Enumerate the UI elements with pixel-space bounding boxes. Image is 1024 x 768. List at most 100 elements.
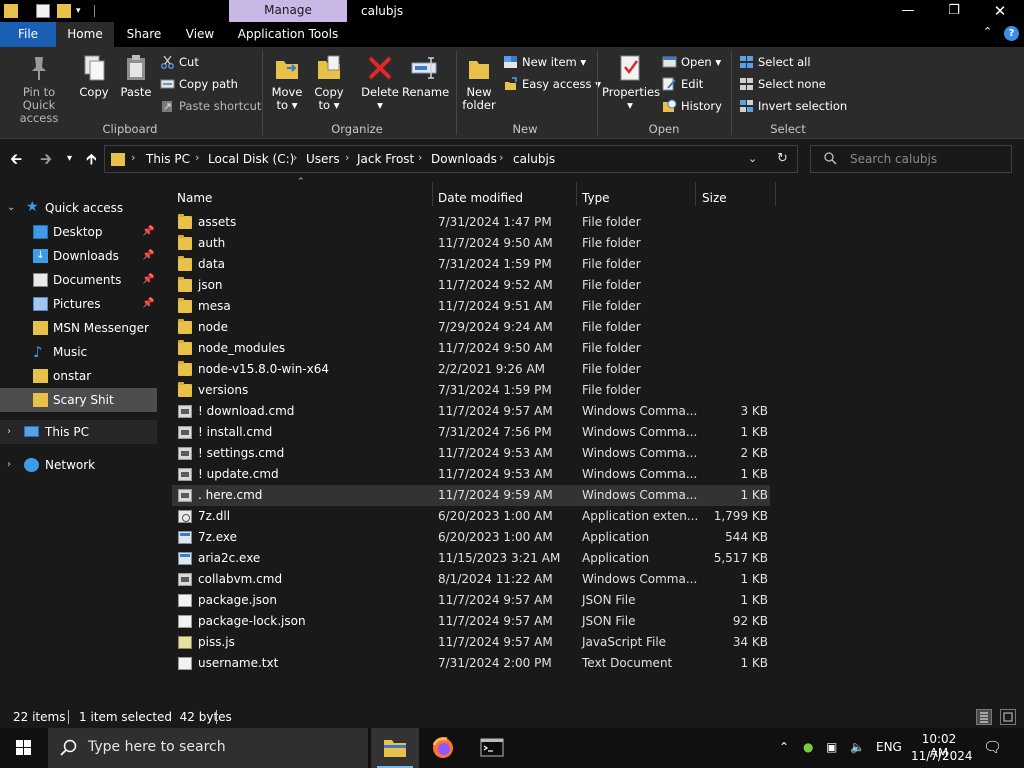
easy-access-button[interactable]: Easy access ▾ (503, 74, 601, 94)
chevron-right-icon[interactable]: › (7, 453, 11, 477)
nav-item[interactable]: ↓ Downloads 📌 (0, 244, 157, 268)
open-button[interactable]: Open ▾ (662, 52, 721, 72)
file-row[interactable]: ! install.cmd 7/31/2024 7:56 PM Windows Co… (172, 422, 770, 443)
select-all-button[interactable]: Select all (739, 52, 811, 72)
breadcrumb-downloads[interactable]: Downloads (431, 152, 497, 166)
breadcrumb-this-pc[interactable]: This PC (146, 152, 190, 166)
chevron-down-icon[interactable]: ⌄ (7, 196, 15, 220)
file-row[interactable]: assets 7/31/2024 1:47 PM File folder (172, 212, 770, 233)
new-item-button[interactable]: New item ▾ (503, 52, 586, 72)
file-row[interactable]: aria2c.exe 11/15/2023 3:21 AM Application 5… (172, 548, 770, 569)
column-header-name[interactable]: Name (177, 185, 427, 211)
nav-item[interactable]: Desktop 📌 (0, 220, 157, 244)
paste-shortcut-button[interactable]: Paste shortcut (160, 96, 261, 116)
clock-date[interactable]: 11/7/2024 (911, 749, 973, 763)
invert-selection-button[interactable]: Invert selection (739, 96, 847, 116)
up-arrow-icon[interactable]: 🡱 (86, 149, 97, 174)
tab-application-tools[interactable]: Application Tools (229, 22, 347, 47)
nav-item[interactable]: Pictures 📌 (0, 292, 157, 316)
new-folder-button[interactable]: New folder (460, 53, 498, 112)
column-separator[interactable] (695, 182, 696, 206)
cut-button[interactable]: Cut (160, 52, 199, 72)
properties-quick-icon[interactable] (36, 4, 50, 18)
tab-view[interactable]: View (174, 22, 226, 47)
copy-path-button[interactable]: Copy path (160, 74, 238, 94)
file-row[interactable]: ! update.cmd 11/7/2024 9:53 AM Windows Com… (172, 464, 770, 485)
maximize-button[interactable]: ❐ (931, 0, 977, 22)
search-box[interactable]: Search calubjs (810, 145, 1012, 173)
file-row[interactable]: auth 11/7/2024 9:50 AM File folder (172, 233, 770, 254)
language-indicator[interactable]: ENG (876, 740, 902, 754)
refresh-icon[interactable]: ↻ (777, 151, 788, 166)
move-to-button[interactable]: Move to ▾ (268, 53, 306, 112)
forward-arrow-icon[interactable]: 🡲 (40, 149, 52, 174)
history-button[interactable]: History (662, 96, 722, 116)
customize-quick-access-icon[interactable]: ▾ (76, 4, 86, 18)
copy-button[interactable]: Copy (76, 53, 112, 99)
address-history-chevron-icon[interactable]: ⌄ (748, 152, 757, 165)
nav-item[interactable]: Scary Shit (0, 388, 157, 412)
tab-share[interactable]: Share (118, 22, 170, 47)
people-icon[interactable]: ● (803, 740, 813, 754)
edit-button[interactable]: Edit (662, 74, 703, 94)
file-row[interactable]: username.txt 7/31/2024 2:00 PM Text Docume… (172, 653, 770, 674)
large-icons-view-icon[interactable] (1000, 709, 1016, 725)
ribbon-collapse-chevron-icon[interactable]: ⌃ (983, 25, 992, 38)
address-bar[interactable]: › This PC › Local Disk (C:) › Users › Ja… (104, 145, 798, 173)
file-row[interactable]: data 7/31/2024 1:59 PM File folder (172, 254, 770, 275)
chevron-right-icon[interactable]: › (7, 420, 11, 444)
column-separator[interactable] (432, 182, 433, 206)
nav-quick-access[interactable]: ⌄ ★ Quick access (0, 196, 157, 220)
file-row[interactable]: node_modules 11/7/2024 9:50 AM File folder (172, 338, 770, 359)
pin-icon[interactable]: 📌 (142, 244, 154, 268)
file-row[interactable]: piss.js 11/7/2024 9:57 AM JavaScript File 3… (172, 632, 770, 653)
delete-button[interactable]: Delete ▾ (360, 53, 400, 112)
paste-button[interactable]: Paste (118, 53, 154, 99)
tab-file[interactable]: File (0, 22, 56, 47)
nav-item[interactable]: Documents 📌 (0, 268, 157, 292)
help-icon[interactable]: ? (1004, 26, 1019, 41)
pin-icon[interactable]: 📌 (142, 292, 154, 316)
close-button[interactable]: ✕ (977, 0, 1023, 22)
file-row[interactable]: versions 7/31/2024 1:59 PM File folder (172, 380, 770, 401)
column-separator[interactable] (576, 182, 577, 206)
taskbar-search-box[interactable]: Type here to search (48, 728, 368, 768)
taskbar-terminal[interactable] (468, 728, 516, 768)
file-row[interactable]: collabvm.cmd 8/1/2024 11:22 AM Windows Com… (172, 569, 770, 590)
nav-this-pc[interactable]: › This PC (0, 420, 157, 444)
back-arrow-icon[interactable]: 🡰 (10, 149, 22, 174)
file-row[interactable]: ! settings.cmd 11/7/2024 9:53 AM Windows C… (172, 443, 770, 464)
breadcrumb-jack-frost[interactable]: Jack Frost (357, 152, 414, 166)
file-row[interactable]: . here.cmd 11/7/2024 9:59 AM Windows Comma… (172, 485, 770, 506)
rename-button[interactable]: Rename (402, 53, 449, 99)
file-row[interactable]: mesa 11/7/2024 9:51 AM File folder (172, 296, 770, 317)
volume-icon[interactable]: 🔈 (850, 740, 865, 754)
breadcrumb-local-disk[interactable]: Local Disk (C:) (208, 152, 294, 166)
file-row[interactable]: node-v15.8.0-win-x64 2/2/2021 9:26 AM File… (172, 359, 770, 380)
nav-item[interactable]: MSN Messenger (0, 316, 157, 340)
column-header-type[interactable]: Type (582, 185, 692, 211)
minimize-button[interactable]: — (885, 0, 931, 22)
column-separator[interactable] (775, 182, 776, 206)
details-view-icon[interactable] (976, 709, 992, 725)
nav-item[interactable]: onstar (0, 364, 157, 388)
action-center-icon[interactable]: 🗨 (983, 738, 1002, 756)
column-header-date[interactable]: Date modified (438, 185, 573, 211)
pin-icon[interactable]: 📌 (142, 220, 154, 244)
nav-item[interactable]: ♪ Music (0, 340, 157, 364)
select-none-button[interactable]: Select none (739, 74, 826, 94)
file-row[interactable]: package.json 11/7/2024 9:57 AM JSON File 1 … (172, 590, 770, 611)
nav-network[interactable]: › Network (0, 453, 157, 477)
file-row[interactable]: json 11/7/2024 9:52 AM File folder (172, 275, 770, 296)
pin-to-quick-access-button[interactable]: Pin to Quick access (6, 53, 72, 125)
network-tray-icon[interactable]: ▣ (826, 740, 837, 754)
copy-to-button[interactable]: Copy to ▾ (310, 53, 348, 112)
properties-button[interactable]: Properties ▾ (602, 53, 660, 112)
file-row[interactable]: ! download.cmd 11/7/2024 9:57 AM Windows C… (172, 401, 770, 422)
taskbar-file-explorer[interactable] (371, 728, 419, 768)
file-row[interactable]: 7z.dll 6/20/2023 1:00 AM Application exten… (172, 506, 770, 527)
tab-home[interactable]: Home (56, 22, 114, 47)
breadcrumb-users[interactable]: Users (306, 152, 340, 166)
column-header-size[interactable]: Size (702, 185, 772, 211)
recent-locations-chevron-icon[interactable]: ▾ (67, 153, 72, 164)
